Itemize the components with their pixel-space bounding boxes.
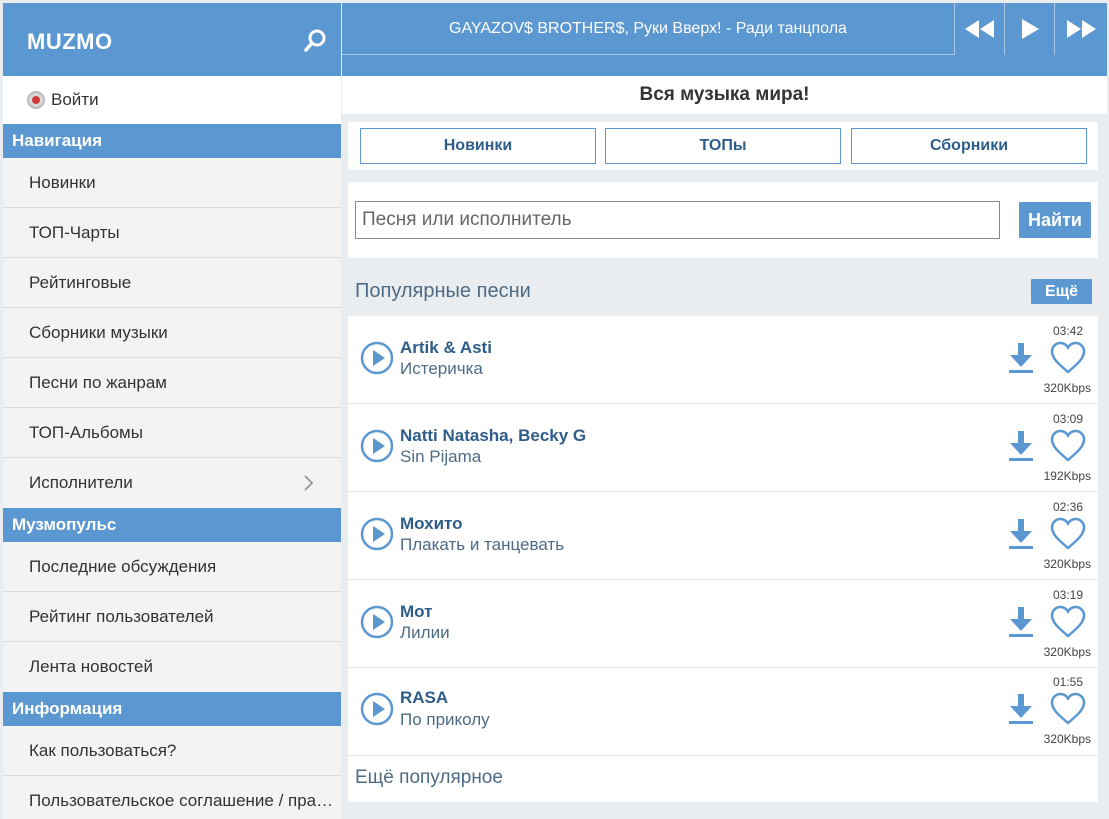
- song-title[interactable]: Плакать и танцевать: [400, 535, 564, 555]
- sidebar-item-discussions[interactable]: Последние обсуждения: [3, 542, 341, 592]
- logo-bar: MUZMO: [3, 3, 341, 76]
- song-row: RASA По приколу 01:55 320Kbps: [348, 668, 1098, 756]
- song-artist[interactable]: Мохито: [400, 514, 463, 534]
- sidebar-item-news-feed[interactable]: Лента новостей: [3, 642, 341, 692]
- player-bar: GAYAZOV$ BROTHER$, Руки Вверх! - Ради та…: [342, 3, 1107, 76]
- play-icon[interactable]: [360, 605, 394, 639]
- login-label: Войти: [51, 90, 99, 109]
- sidebar-item-new[interactable]: Новинки: [3, 158, 341, 208]
- heart-icon[interactable]: [1050, 429, 1086, 463]
- tab-new[interactable]: Новинки: [360, 128, 596, 164]
- download-icon[interactable]: [1007, 518, 1035, 550]
- song-duration: 02:36: [1052, 500, 1083, 514]
- heart-icon[interactable]: [1050, 341, 1086, 375]
- search-panel: Найти: [348, 182, 1098, 258]
- song-artist[interactable]: Artik & Asti: [400, 338, 492, 358]
- play-icon[interactable]: [360, 429, 394, 463]
- sidebar: MUZMO Войти Навигация Новинки ТОП-Чарты …: [3, 3, 341, 819]
- song-row: Мот Лилии 03:19 320Kbps: [348, 580, 1098, 668]
- song-duration: 01:55: [1052, 675, 1083, 689]
- song-artist[interactable]: RASA: [400, 688, 448, 708]
- more-popular-link[interactable]: Ещё популярное: [355, 767, 503, 789]
- search-input[interactable]: [355, 201, 1000, 239]
- song-row: Natti Natasha, Becky G Sin Pijama 03:09 …: [348, 404, 1098, 492]
- sidebar-item-artists[interactable]: Исполнители: [3, 458, 341, 508]
- rewind-icon[interactable]: [954, 3, 1004, 55]
- search-button[interactable]: Найти: [1019, 202, 1091, 238]
- play-icon[interactable]: [1004, 3, 1054, 55]
- song-bitrate: 192Kbps: [1043, 469, 1091, 483]
- song-duration: 03:09: [1052, 412, 1083, 426]
- download-icon[interactable]: [1007, 430, 1035, 462]
- section-pulse-title: Музмопульс: [3, 508, 341, 542]
- login-link[interactable]: Войти: [3, 76, 341, 124]
- song-artist[interactable]: Мот: [400, 602, 432, 622]
- section-navigation-title: Навигация: [3, 124, 341, 158]
- search-icon[interactable]: [303, 28, 329, 54]
- heart-icon[interactable]: [1050, 517, 1086, 551]
- download-icon[interactable]: [1007, 693, 1035, 725]
- chevron-right-icon: [304, 475, 314, 491]
- tabs-bar: Новинки ТОПы Сборники: [348, 122, 1098, 170]
- song-bitrate: 320Kbps: [1043, 732, 1091, 746]
- heart-icon[interactable]: [1050, 605, 1086, 639]
- play-icon[interactable]: [360, 517, 394, 551]
- song-row: Мохито Плакать и танцевать 02:36 320Kbps: [348, 492, 1098, 580]
- tab-tops[interactable]: ТОПы: [605, 128, 841, 164]
- sidebar-item-user-rating[interactable]: Рейтинг пользователей: [3, 592, 341, 642]
- song-duration: 03:19: [1052, 588, 1083, 602]
- song-bitrate: 320Kbps: [1043, 645, 1091, 659]
- song-bitrate: 320Kbps: [1043, 557, 1091, 571]
- sidebar-item-genres[interactable]: Песни по жанрам: [3, 358, 341, 408]
- fast-forward-icon[interactable]: [1054, 3, 1107, 55]
- song-list: Artik & Asti Истеричка 03:42 320Kbps Nat…: [348, 316, 1098, 802]
- play-icon[interactable]: [360, 341, 394, 375]
- sidebar-item-artists-label: Исполнители: [29, 473, 133, 492]
- song-bitrate: 320Kbps: [1043, 381, 1091, 395]
- song-title[interactable]: Sin Pijama: [400, 447, 481, 467]
- sidebar-item-how-to-use[interactable]: Как пользоваться?: [3, 726, 341, 776]
- download-icon[interactable]: [1007, 342, 1035, 374]
- now-playing-title[interactable]: GAYAZOV$ BROTHER$, Руки Вверх! - Ради та…: [342, 3, 954, 55]
- song-title[interactable]: По приколу: [400, 710, 490, 730]
- popular-section-title: Популярные песни: [355, 280, 531, 302]
- song-row: Artik & Asti Истеричка 03:42 320Kbps: [348, 316, 1098, 404]
- sidebar-item-rated[interactable]: Рейтинговые: [3, 258, 341, 308]
- heart-icon[interactable]: [1050, 692, 1086, 726]
- sidebar-item-top-charts[interactable]: ТОП-Чарты: [3, 208, 341, 258]
- page-tagline: Вся музыка мира!: [342, 76, 1107, 114]
- tab-collections[interactable]: Сборники: [851, 128, 1087, 164]
- sidebar-item-top-albums[interactable]: ТОП-Альбомы: [3, 408, 341, 458]
- download-icon[interactable]: [1007, 606, 1035, 638]
- record-dot-icon: [27, 91, 45, 109]
- play-icon[interactable]: [360, 692, 394, 726]
- song-duration: 03:42: [1052, 324, 1083, 338]
- song-artist[interactable]: Natti Natasha, Becky G: [400, 426, 586, 446]
- song-title[interactable]: Лилии: [400, 623, 450, 643]
- more-button[interactable]: Ещё: [1031, 279, 1092, 304]
- sidebar-item-user-agreement[interactable]: Пользовательское соглашение / правооблад…: [3, 776, 341, 819]
- song-title[interactable]: Истеричка: [400, 359, 483, 379]
- section-info-title: Информация: [3, 692, 341, 726]
- site-logo[interactable]: MUZMO: [27, 29, 113, 55]
- sidebar-item-collections[interactable]: Сборники музыки: [3, 308, 341, 358]
